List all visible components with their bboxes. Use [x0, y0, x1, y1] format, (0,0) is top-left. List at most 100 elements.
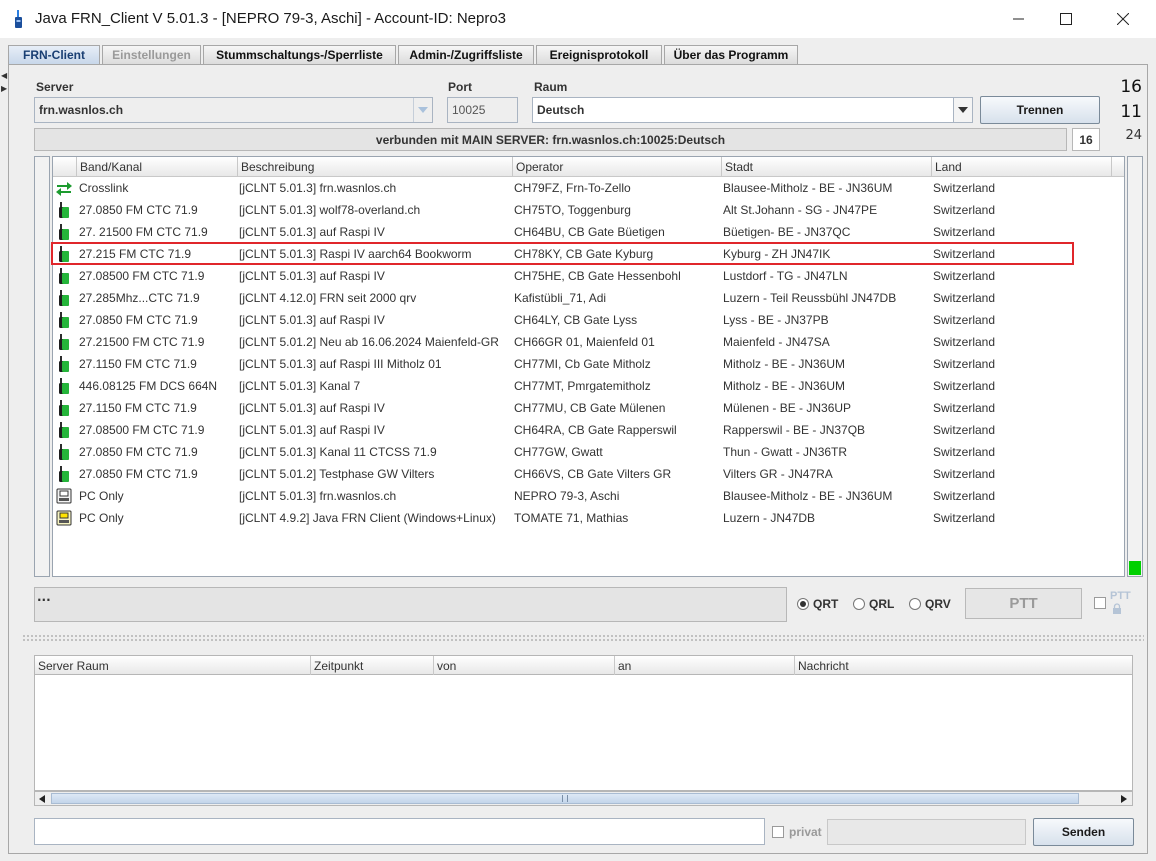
panel-splitter[interactable]: [22, 634, 1144, 642]
tab-label: Einstellungen: [112, 48, 191, 62]
radio-qrv-dot: [909, 598, 921, 610]
tab-strip: FRN-Client Einstellungen Stummschaltungs…: [8, 45, 1148, 65]
chevron-down-icon: [418, 107, 428, 113]
cell-band: 27.285Mhz...CTC 71.9: [79, 291, 200, 305]
tab-frn-client[interactable]: FRN-Client: [8, 45, 100, 64]
radio-gateway-icon: [55, 289, 73, 307]
send-button[interactable]: Senden: [1033, 818, 1134, 846]
tab-label: Admin-/Zugriffsliste: [409, 48, 523, 62]
cell-operator: CH77MI, Cb Gate Mitholz: [514, 357, 651, 371]
column-header-country[interactable]: Land: [932, 157, 1112, 177]
column-header-time[interactable]: Zeitpunkt: [311, 656, 434, 676]
collapse-left-icon: ◀: [1, 71, 8, 80]
cell-operator: CH77GW, Gwatt: [514, 445, 603, 459]
minimize-button[interactable]: [996, 0, 1042, 38]
cell-band: 27.0850 FM CTC 71.9: [79, 313, 198, 327]
room-select[interactable]: Deutsch: [532, 97, 973, 123]
tab-admin-zugriff[interactable]: Admin-/Zugriffsliste: [398, 45, 534, 64]
cell-city: Blausee-Mitholz - BE - JN36UM: [723, 489, 893, 503]
column-header-description[interactable]: Beschreibung: [238, 157, 513, 177]
messages-horizontal-scrollbar[interactable]: [34, 791, 1133, 806]
table-row[interactable]: 27.08500 FM CTC 71.9 [jCLNT 5.01.3] auf R…: [53, 419, 1124, 441]
radio-qrv[interactable]: QRV: [909, 597, 951, 611]
cell-operator: CH79FZ, Frn-To-Zello: [514, 181, 631, 195]
left-splitter[interactable]: ◀ ▶: [0, 68, 7, 854]
clients-table-header: Band/Kanal Beschreibung Operator Stadt L…: [53, 157, 1124, 177]
column-header-message[interactable]: Nachricht: [795, 656, 1132, 676]
cell-description: [jCLNT 5.01.3] frn.wasnlos.ch: [239, 181, 397, 195]
server-dropdown-button[interactable]: [413, 98, 432, 122]
scroll-thumb[interactable]: [51, 793, 1079, 804]
close-button[interactable]: [1100, 0, 1146, 38]
server-select[interactable]: frn.wasnlos.ch: [34, 97, 433, 123]
message-input[interactable]: [34, 818, 765, 845]
radio-qrt[interactable]: QRT: [797, 597, 838, 611]
column-header-band[interactable]: Band/Kanal: [77, 157, 238, 177]
radio-gateway-icon: [55, 443, 73, 461]
radio-qrv-label: QRV: [925, 597, 951, 611]
disconnect-button[interactable]: Trennen: [980, 96, 1100, 124]
ptt-lock-checkbox[interactable]: [1094, 597, 1106, 609]
cell-country: Switzerland: [933, 335, 996, 349]
ptt-button[interactable]: PTT: [965, 588, 1082, 619]
table-row[interactable]: Crosslink [jCLNT 5.01.3] frn.wasnlos.ch CH…: [53, 177, 1124, 199]
cell-operator: CH75TO, Toggenburg: [514, 203, 631, 217]
cell-country: Switzerland: [933, 225, 996, 239]
private-recipient-field[interactable]: [827, 819, 1026, 845]
cell-operator: CH64RA, CB Gate Rapperswil: [514, 423, 677, 437]
column-header-from[interactable]: von: [434, 656, 615, 676]
table-row[interactable]: 27.0850 FM CTC 71.9 [jCLNT 5.01.3] wolf78…: [53, 199, 1124, 221]
send-button-label: Senden: [1061, 825, 1106, 839]
cell-description: [jCLNT 5.01.2] Neu ab 16.06.2024 Maienfe…: [239, 335, 499, 349]
table-row[interactable]: 27.1150 FM CTC 71.9 [jCLNT 5.01.3] auf Ra…: [53, 397, 1124, 419]
table-row[interactable]: 446.08125 FM DCS 664N [jCLNT 5.01.3] Kana…: [53, 375, 1124, 397]
tab-einstellungen[interactable]: Einstellungen: [102, 45, 201, 64]
tab-stummschaltung[interactable]: Stummschaltungs-/Sperrliste: [203, 45, 396, 64]
table-row[interactable]: 27.0850 FM CTC 71.9 [jCLNT 5.01.2] Testph…: [53, 463, 1124, 485]
private-checkbox[interactable]: [772, 826, 784, 838]
column-header-operator[interactable]: Operator: [513, 157, 722, 177]
crosslink-icon: [55, 179, 73, 197]
table-row[interactable]: 27.21500 FM CTC 71.9 [jCLNT 5.01.2] Neu a…: [53, 331, 1124, 353]
cell-description: [jCLNT 5.01.3] auf Raspi IV: [239, 423, 385, 437]
column-header-to[interactable]: an: [615, 656, 795, 676]
table-row[interactable]: 27. 21500 FM CTC 71.9 [jCLNT 5.01.3] auf …: [53, 221, 1124, 243]
cell-country: Switzerland: [933, 467, 996, 481]
cell-operator: CH64BU, CB Gate Büetigen: [514, 225, 665, 239]
radio-gateway-icon: [55, 223, 73, 241]
cell-city: Mitholz - BE - JN36UM: [723, 379, 846, 393]
scroll-right-button[interactable]: [1118, 793, 1130, 804]
column-header-city[interactable]: Stadt: [722, 157, 932, 177]
table-row[interactable]: 27.0850 FM CTC 71.9 [jCLNT 5.01.3] auf Ra…: [53, 309, 1124, 331]
cell-description: [jCLNT 5.01.3] frn.wasnlos.ch: [239, 489, 397, 503]
table-row[interactable]: 27.0850 FM CTC 71.9 [jCLNT 5.01.3] Kanal …: [53, 441, 1124, 463]
column-header-server-room[interactable]: Server Raum: [35, 656, 311, 676]
table-row[interactable]: 27.08500 FM CTC 71.9 [jCLNT 5.01.3] auf R…: [53, 265, 1124, 287]
cell-country: Switzerland: [933, 423, 996, 437]
tab-label: FRN-Client: [23, 48, 85, 62]
room-dropdown-button[interactable]: [953, 98, 972, 122]
room-value: Deutsch: [537, 103, 585, 117]
scroll-left-button[interactable]: [36, 793, 48, 804]
table-row[interactable]: PC Only [jCLNT 4.9.2] Java FRN Client (Wi…: [53, 507, 1124, 529]
maximize-button[interactable]: [1043, 0, 1089, 38]
cell-description: [jCLNT 4.12.0] FRN seit 2000 qrv: [239, 291, 417, 305]
arrow-left-icon: [39, 794, 45, 803]
radio-qrl[interactable]: QRL: [853, 597, 894, 611]
radio-gateway-icon: [55, 465, 73, 483]
port-field[interactable]: 10025: [447, 97, 518, 123]
cell-description: [jCLNT 4.9.2] Java FRN Client (Windows+L…: [239, 511, 496, 525]
tab-ereignisprotokoll[interactable]: Ereignisprotokoll: [536, 45, 662, 64]
radio-qrl-label: QRL: [869, 597, 895, 611]
table-row[interactable]: 27.1150 FM CTC 71.9 [jCLNT 5.01.3] auf Ra…: [53, 353, 1124, 375]
table-row[interactable]: PC Only [jCLNT 5.01.3] frn.wasnlos.ch NEPR…: [53, 485, 1124, 507]
count-bottom: 24: [1125, 128, 1142, 143]
radio-gateway-icon: [55, 311, 73, 329]
cell-description: [jCLNT 5.01.3] auf Raspi IV: [239, 401, 385, 415]
tab-ueber-programm[interactable]: Über das Programm: [664, 45, 798, 64]
cell-operator: CH66VS, CB Gate Vilters GR: [514, 467, 672, 481]
radio-gateway-icon: [55, 267, 73, 285]
table-row[interactable]: 27.285Mhz...CTC 71.9 [jCLNT 4.12.0] FRN s…: [53, 287, 1124, 309]
cell-band: 446.08125 FM DCS 664N: [79, 379, 218, 393]
cell-country: Switzerland: [933, 203, 996, 217]
